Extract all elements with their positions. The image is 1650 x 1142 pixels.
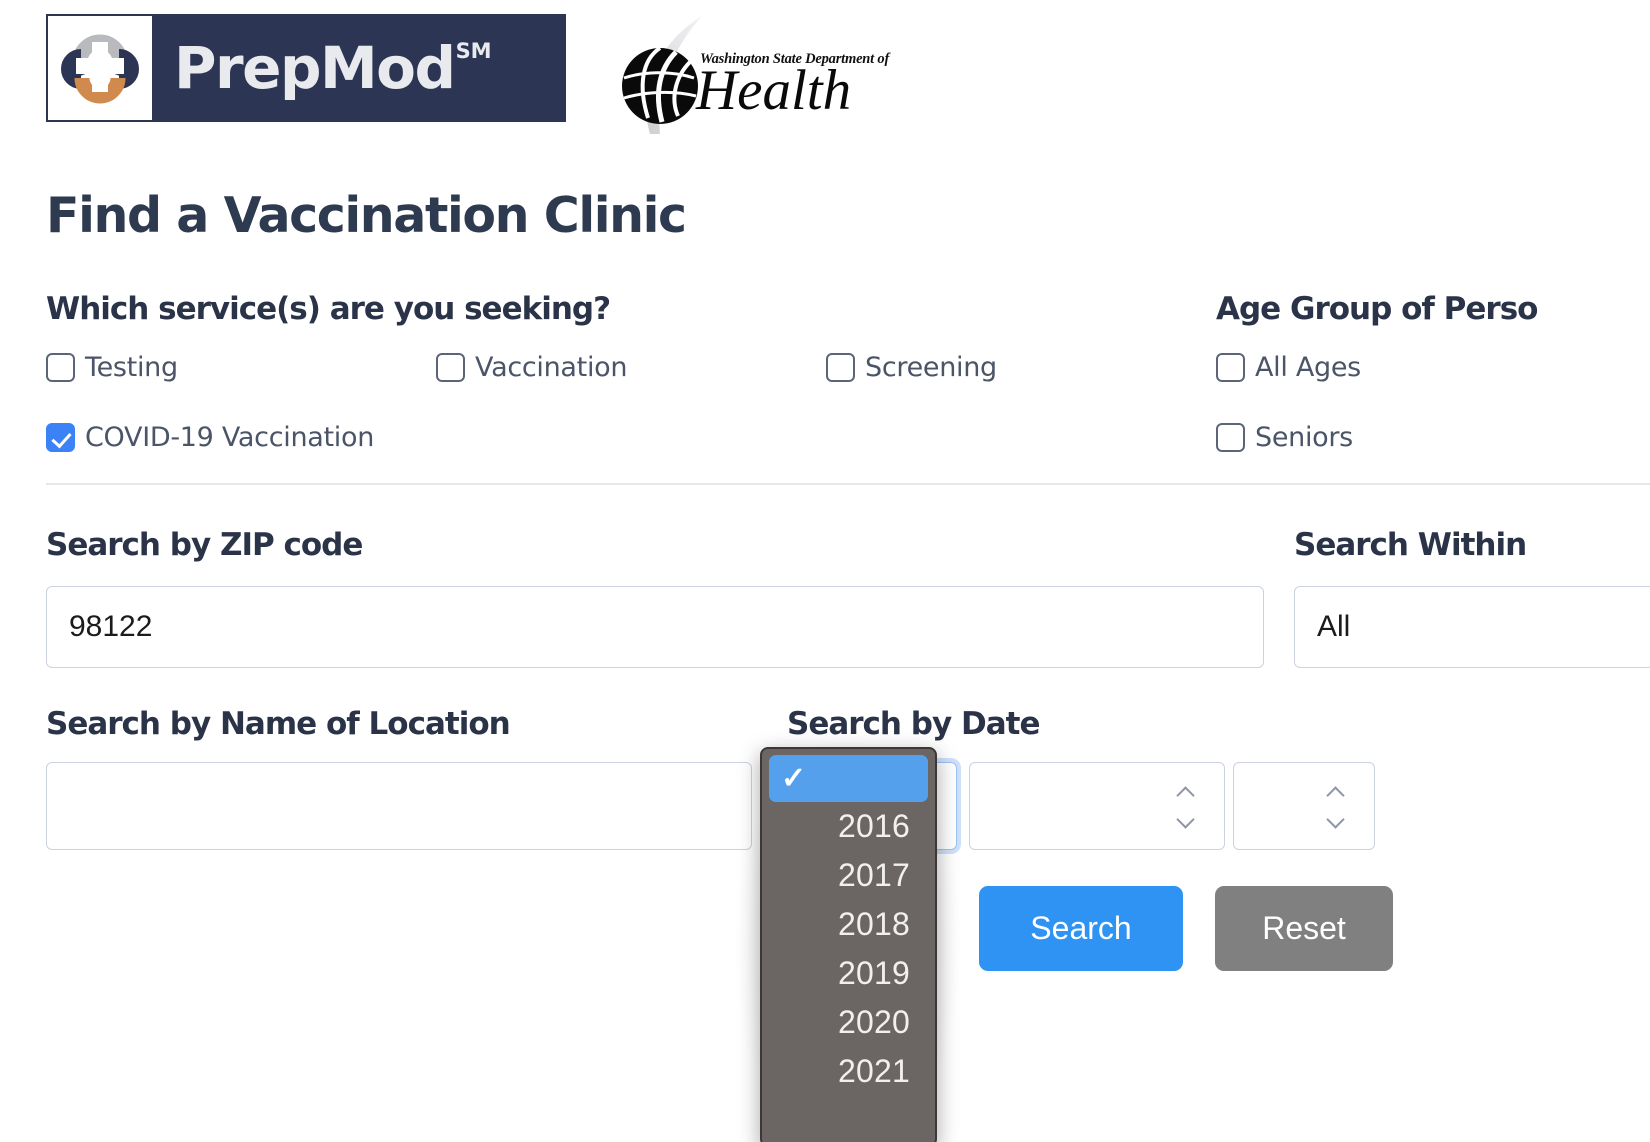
- checkbox-covid19-vaccination-box[interactable]: [46, 423, 75, 452]
- zip-code-label: Search by ZIP code: [46, 527, 363, 563]
- checkbox-vaccination[interactable]: Vaccination: [436, 352, 627, 383]
- checkbox-all-ages-label: All Ages: [1255, 352, 1361, 383]
- date-day-stepper-arrows[interactable]: [1322, 787, 1348, 825]
- checkbox-seniors[interactable]: Seniors: [1216, 422, 1353, 453]
- checkbox-testing-label: Testing: [85, 352, 178, 383]
- chevron-down-icon[interactable]: [1326, 814, 1345, 825]
- checkbox-seniors-box[interactable]: [1216, 423, 1245, 452]
- dropdown-option-2017[interactable]: 2017: [762, 851, 935, 900]
- search-button[interactable]: Search: [979, 886, 1183, 971]
- page-title: Find a Vaccination Clinic: [46, 187, 687, 244]
- search-by-date-label: Search by Date: [787, 706, 1040, 742]
- checkbox-testing[interactable]: Testing: [46, 352, 178, 383]
- search-within-value: All: [1317, 610, 1351, 643]
- age-group-heading: Age Group of Perso: [1216, 291, 1538, 327]
- date-month-stepper[interactable]: [969, 762, 1225, 850]
- checkbox-all-ages[interactable]: All Ages: [1216, 352, 1361, 383]
- services-heading: Which service(s) are you seeking?: [46, 291, 611, 327]
- search-within-select[interactable]: All: [1294, 586, 1650, 668]
- prepmod-wordmark-text: PrepMod: [174, 34, 456, 102]
- chevron-up-icon[interactable]: [1176, 787, 1195, 798]
- location-name-label: Search by Name of Location: [46, 706, 511, 742]
- checkbox-vaccination-box[interactable]: [436, 353, 465, 382]
- dropdown-option-2019[interactable]: 2019: [762, 949, 935, 998]
- date-day-stepper[interactable]: [1233, 762, 1375, 850]
- zip-code-input[interactable]: 98122: [46, 586, 1264, 668]
- dropdown-option-2020[interactable]: 2020: [762, 998, 935, 1047]
- dropdown-option-2021[interactable]: 2021: [762, 1047, 935, 1096]
- checkbox-seniors-label: Seniors: [1255, 422, 1353, 453]
- dropdown-option-2018[interactable]: 2018: [762, 900, 935, 949]
- dropdown-option-2016[interactable]: 2016: [762, 802, 935, 851]
- wa-doh-logo[interactable]: Washington State Department of Health: [598, 14, 898, 139]
- checkmark-icon: ✓: [781, 761, 807, 795]
- checkbox-screening[interactable]: Screening: [826, 352, 997, 383]
- location-name-input[interactable]: [46, 762, 752, 850]
- zip-code-value: 98122: [69, 610, 153, 643]
- checkbox-testing-box[interactable]: [46, 353, 75, 382]
- checkbox-vaccination-label: Vaccination: [475, 352, 628, 383]
- doh-main-line: Health: [696, 59, 852, 122]
- checkbox-all-ages-box[interactable]: [1216, 353, 1245, 382]
- prepmod-logo[interactable]: PrepMod SM: [46, 14, 566, 122]
- checkbox-screening-box[interactable]: [826, 353, 855, 382]
- checkbox-covid19-vaccination[interactable]: COVID-19 Vaccination: [46, 422, 374, 453]
- chevron-up-icon[interactable]: [1326, 787, 1345, 798]
- checkbox-covid19-vaccination-label: COVID-19 Vaccination: [85, 422, 375, 453]
- dropdown-option-blank[interactable]: ✓: [769, 755, 928, 802]
- prepmod-wordmark: PrepMod SM: [174, 39, 492, 97]
- prepmod-service-mark: SM: [455, 39, 492, 63]
- date-month-stepper-arrows[interactable]: [1172, 787, 1198, 825]
- prepmod-cross-icon: [48, 16, 152, 120]
- header-logos: PrepMod SM Washington State Department o…: [46, 14, 898, 139]
- find-vaccination-clinic-page: PrepMod SM Washington State Department o…: [0, 0, 1650, 1142]
- year-dropdown-menu[interactable]: ✓ 2016 2017 2018 2019 2020 2021: [760, 747, 937, 1142]
- reset-button[interactable]: Reset: [1215, 886, 1393, 971]
- checkbox-screening-label: Screening: [865, 352, 997, 383]
- section-divider: [46, 483, 1650, 485]
- chevron-down-icon[interactable]: [1176, 814, 1195, 825]
- search-within-label: Search Within: [1294, 527, 1527, 563]
